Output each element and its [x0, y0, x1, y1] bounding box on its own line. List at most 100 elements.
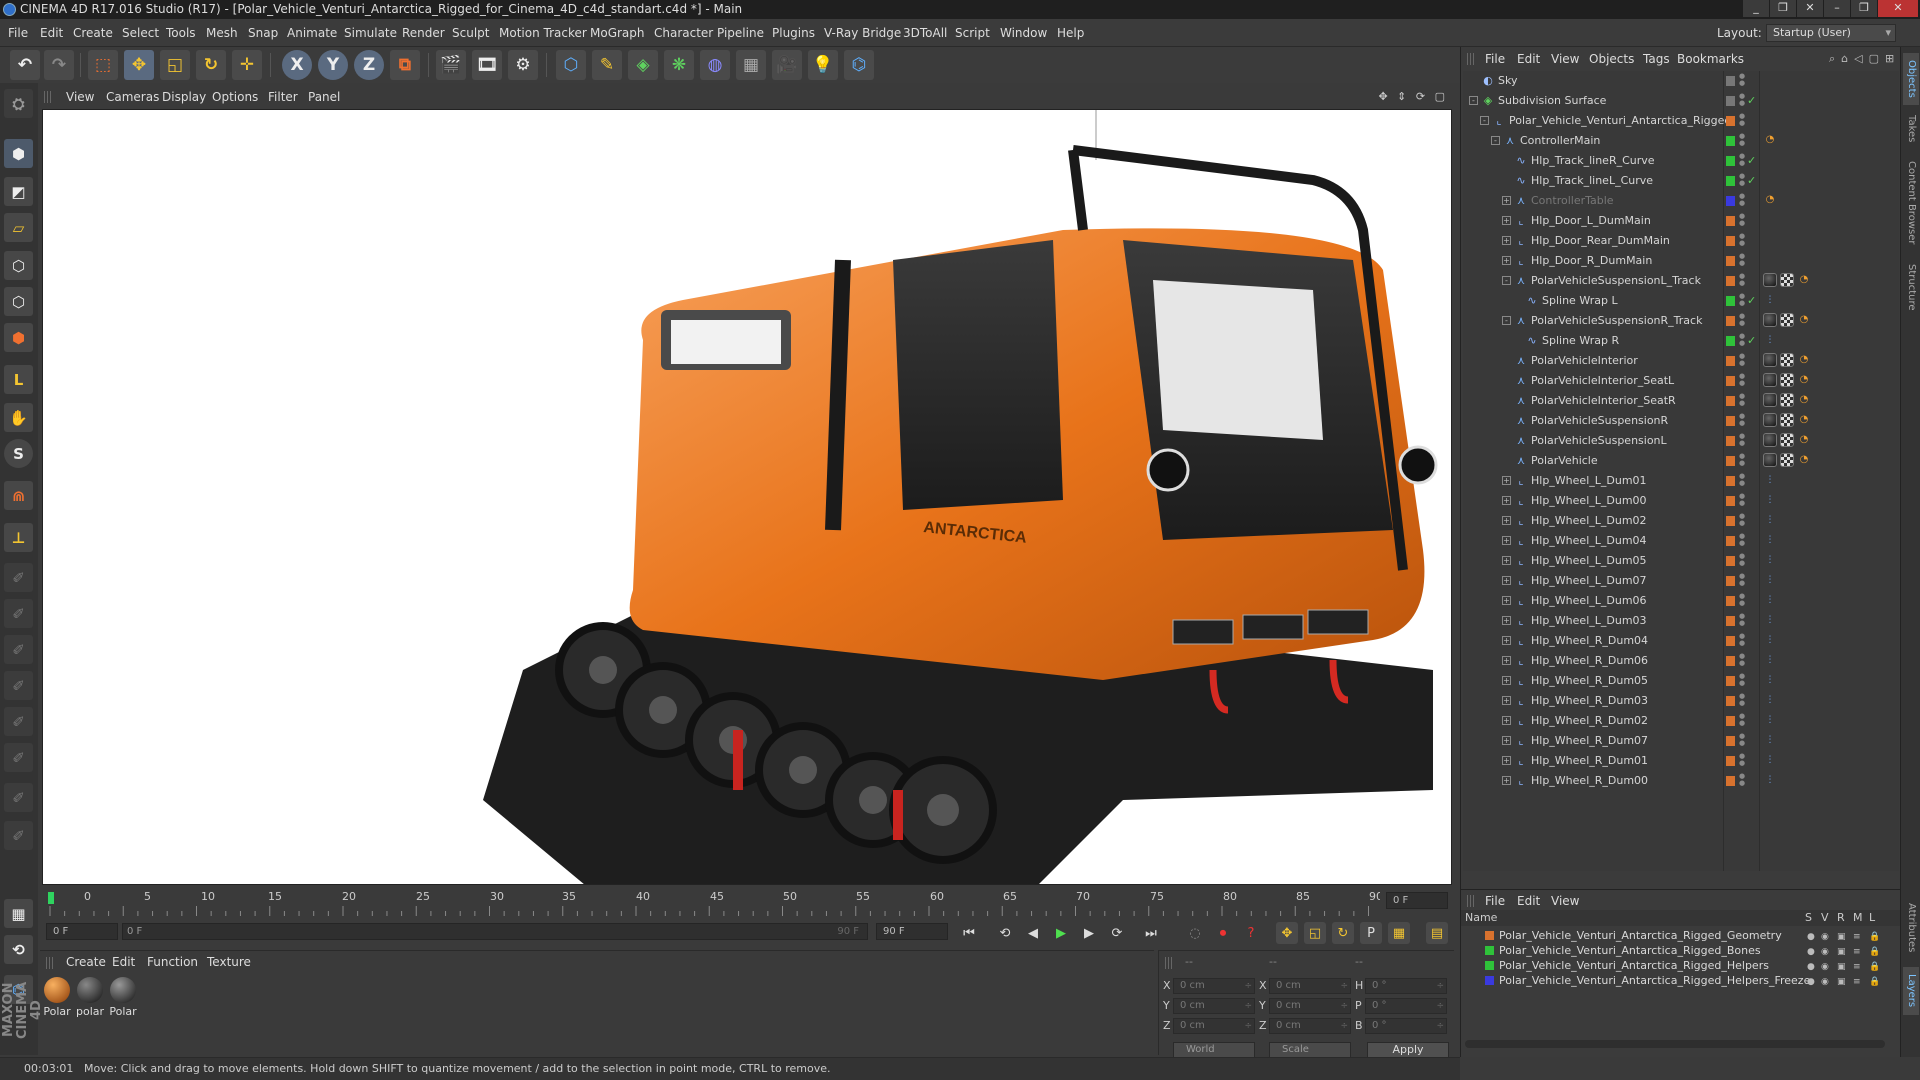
- expand-toggle-icon[interactable]: -: [1491, 136, 1500, 145]
- tab-takes[interactable]: Takes: [1903, 109, 1919, 149]
- tab-objects[interactable]: Objects: [1903, 53, 1919, 105]
- object-name[interactable]: Hlp_Wheel_R_Dum02: [1531, 711, 1648, 731]
- python-icon[interactable]: ⌬: [844, 50, 874, 80]
- visible-eye-icon[interactable]: ◉: [1821, 975, 1829, 990]
- deformer-icon[interactable]: ◍: [700, 50, 730, 80]
- weight-tag-icon[interactable]: ⋮: [1763, 593, 1777, 607]
- object-row[interactable]: ⋏ PolarVehicleInterior_SeatR ● ● ◔: [1463, 391, 1899, 411]
- expand-toggle-icon[interactable]: -: [1502, 276, 1511, 285]
- weight-tag-icon[interactable]: ⋮: [1763, 293, 1777, 307]
- menu-plugins[interactable]: Plugins: [772, 19, 815, 47]
- object-name[interactable]: ControllerMain: [1520, 131, 1600, 151]
- end-frame-field[interactable]: 90 F: [876, 923, 948, 940]
- material-menu-create[interactable]: Create: [66, 955, 106, 969]
- layer-color-swatch[interactable]: [1726, 216, 1735, 226]
- object-row[interactable]: + ⌞ Hlp_Wheel_R_Dum03 ● ● ⋮: [1463, 691, 1899, 711]
- object-name[interactable]: Hlp_Wheel_L_Dum07: [1531, 571, 1647, 591]
- object-row[interactable]: + ⌞ Hlp_Wheel_L_Dum03 ● ● ⋮: [1463, 611, 1899, 631]
- frame-range-slider[interactable]: 0 F 90 F: [122, 923, 868, 940]
- objects-menu-objects[interactable]: Objects: [1589, 47, 1634, 71]
- object-row[interactable]: - ⋏ PolarVehicleSuspensionL_Track ● ● ◔: [1463, 271, 1899, 291]
- object-name[interactable]: Subdivision Surface: [1498, 91, 1606, 111]
- tab-layers[interactable]: Layers: [1903, 967, 1919, 1015]
- material-menu-function[interactable]: Function: [147, 955, 198, 969]
- object-row[interactable]: - ⋏ PolarVehicleSuspensionR_Track ● ● ◔: [1463, 311, 1899, 331]
- weight-tag-icon[interactable]: ⋮: [1763, 693, 1777, 707]
- model-mode-icon[interactable]: ⬢: [4, 139, 33, 168]
- menu-animate[interactable]: Animate: [287, 19, 337, 47]
- render-icon[interactable]: ▣: [1837, 975, 1846, 990]
- layer-color-swatch[interactable]: [1485, 931, 1494, 940]
- layer-col-v[interactable]: V: [1821, 910, 1829, 926]
- object-row[interactable]: + ⌞ Hlp_Wheel_R_Dum04 ● ● ⋮: [1463, 631, 1899, 651]
- maximize-button[interactable]: ❐: [1851, 0, 1877, 17]
- layer-color-swatch[interactable]: [1726, 776, 1735, 786]
- selection-tag-icon[interactable]: ◔: [1797, 393, 1811, 407]
- layer-color-swatch[interactable]: [1726, 616, 1735, 626]
- layer-color-swatch[interactable]: [1726, 536, 1735, 546]
- record-keys-icon[interactable]: ⏺: [1212, 922, 1234, 944]
- object-row[interactable]: ⋏ PolarVehicleInterior ● ● ◔: [1463, 351, 1899, 371]
- visibility-dots[interactable]: ● ●: [1739, 393, 1745, 409]
- inner-minimize-button[interactable]: _: [1743, 0, 1769, 17]
- object-row[interactable]: - ⋏ ControllerMain ● ● ◔: [1463, 131, 1899, 151]
- layer-color-swatch[interactable]: [1726, 276, 1735, 286]
- layer-color-swatch[interactable]: [1726, 116, 1735, 126]
- object-name[interactable]: PolarVehicleInterior_SeatL: [1531, 371, 1674, 391]
- layer-color-swatch[interactable]: [1726, 356, 1735, 366]
- layers-menu-file[interactable]: File: [1485, 892, 1505, 910]
- layer-color-swatch[interactable]: [1726, 96, 1735, 106]
- layer-color-swatch[interactable]: [1726, 376, 1735, 386]
- object-row[interactable]: + ⌞ Hlp_Wheel_R_Dum06 ● ● ⋮: [1463, 651, 1899, 671]
- object-name[interactable]: PolarVehicleSuspensionR_Track: [1531, 311, 1702, 331]
- phong-tag-icon[interactable]: [1763, 373, 1777, 387]
- object-name[interactable]: Hlp_Wheel_R_Dum05: [1531, 671, 1648, 691]
- layer-color-swatch[interactable]: [1485, 946, 1494, 955]
- selection-tag-icon[interactable]: ◔: [1763, 193, 1777, 207]
- objects-menu-bookmarks[interactable]: Bookmarks: [1677, 47, 1744, 71]
- expand-toggle-icon[interactable]: +: [1502, 236, 1511, 245]
- workplane-axis-icon[interactable]: ⊥: [4, 523, 33, 552]
- weight-tag-icon[interactable]: ⋮: [1763, 513, 1777, 527]
- visibility-dots[interactable]: ● ●: [1739, 713, 1745, 729]
- object-row[interactable]: + ⌞ Hlp_Door_Rear_DumMain ● ●: [1463, 231, 1899, 251]
- viewport-menu-options[interactable]: Options: [212, 86, 258, 108]
- object-name[interactable]: Hlp_Door_Rear_DumMain: [1531, 231, 1670, 251]
- layer-col-s[interactable]: S: [1805, 910, 1812, 926]
- brush-icon-6[interactable]: ✐: [4, 743, 33, 772]
- visibility-dots[interactable]: ● ●: [1739, 373, 1745, 389]
- expand-toggle-icon[interactable]: +: [1502, 716, 1511, 725]
- layer-color-swatch[interactable]: [1726, 556, 1735, 566]
- menu-edit[interactable]: Edit: [40, 19, 63, 47]
- layer-name[interactable]: Polar_Vehicle_Venturi_Antarctica_Rigged_…: [1499, 943, 1761, 958]
- object-name[interactable]: Hlp_Wheel_L_Dum02: [1531, 511, 1647, 531]
- enable-check-icon[interactable]: ✓: [1747, 91, 1756, 111]
- pen-spline-icon[interactable]: ✎: [592, 50, 622, 80]
- visibility-dots[interactable]: ● ●: [1739, 353, 1745, 369]
- object-name[interactable]: PolarVehicleInterior_SeatR: [1531, 391, 1676, 411]
- enable-check-icon[interactable]: ✓: [1747, 171, 1756, 191]
- material-swatch[interactable]: Polar: [43, 977, 71, 1018]
- expand-toggle-icon[interactable]: +: [1502, 476, 1511, 485]
- selection-tag-icon[interactable]: ◔: [1797, 433, 1811, 447]
- selection-tag-icon[interactable]: ◔: [1797, 313, 1811, 327]
- redo-icon[interactable]: ↷: [44, 50, 74, 80]
- position-y-field[interactable]: 0 cm: [1173, 998, 1255, 1014]
- position-z-field[interactable]: 0 cm: [1173, 1018, 1255, 1034]
- object-row[interactable]: + ⌞ Hlp_Door_R_DumMain ● ●: [1463, 251, 1899, 271]
- layer-color-swatch[interactable]: [1726, 136, 1735, 146]
- current-frame-field[interactable]: 0 F: [1386, 892, 1448, 909]
- object-row[interactable]: ∿ Spline Wrap L ● ● ✓ ⋮: [1463, 291, 1899, 311]
- weight-tag-icon[interactable]: ⋮: [1763, 713, 1777, 727]
- expand-toggle-icon[interactable]: +: [1502, 536, 1511, 545]
- visibility-dots[interactable]: ● ●: [1739, 93, 1745, 109]
- go-to-end-icon[interactable]: ⏭: [1140, 922, 1162, 944]
- menu-mesh[interactable]: Mesh: [206, 19, 238, 47]
- object-name[interactable]: Polar_Vehicle_Venturi_Antarctica_Rigged: [1509, 111, 1731, 131]
- layer-color-swatch[interactable]: [1726, 416, 1735, 426]
- play-icon[interactable]: ▶: [1050, 922, 1072, 944]
- expand-toggle-icon[interactable]: -: [1502, 316, 1511, 325]
- menu-vray-bridge[interactable]: V-Ray Bridge: [824, 19, 901, 47]
- visibility-dots[interactable]: ● ●: [1739, 553, 1745, 569]
- viewport-menu-filter[interactable]: Filter: [268, 86, 298, 108]
